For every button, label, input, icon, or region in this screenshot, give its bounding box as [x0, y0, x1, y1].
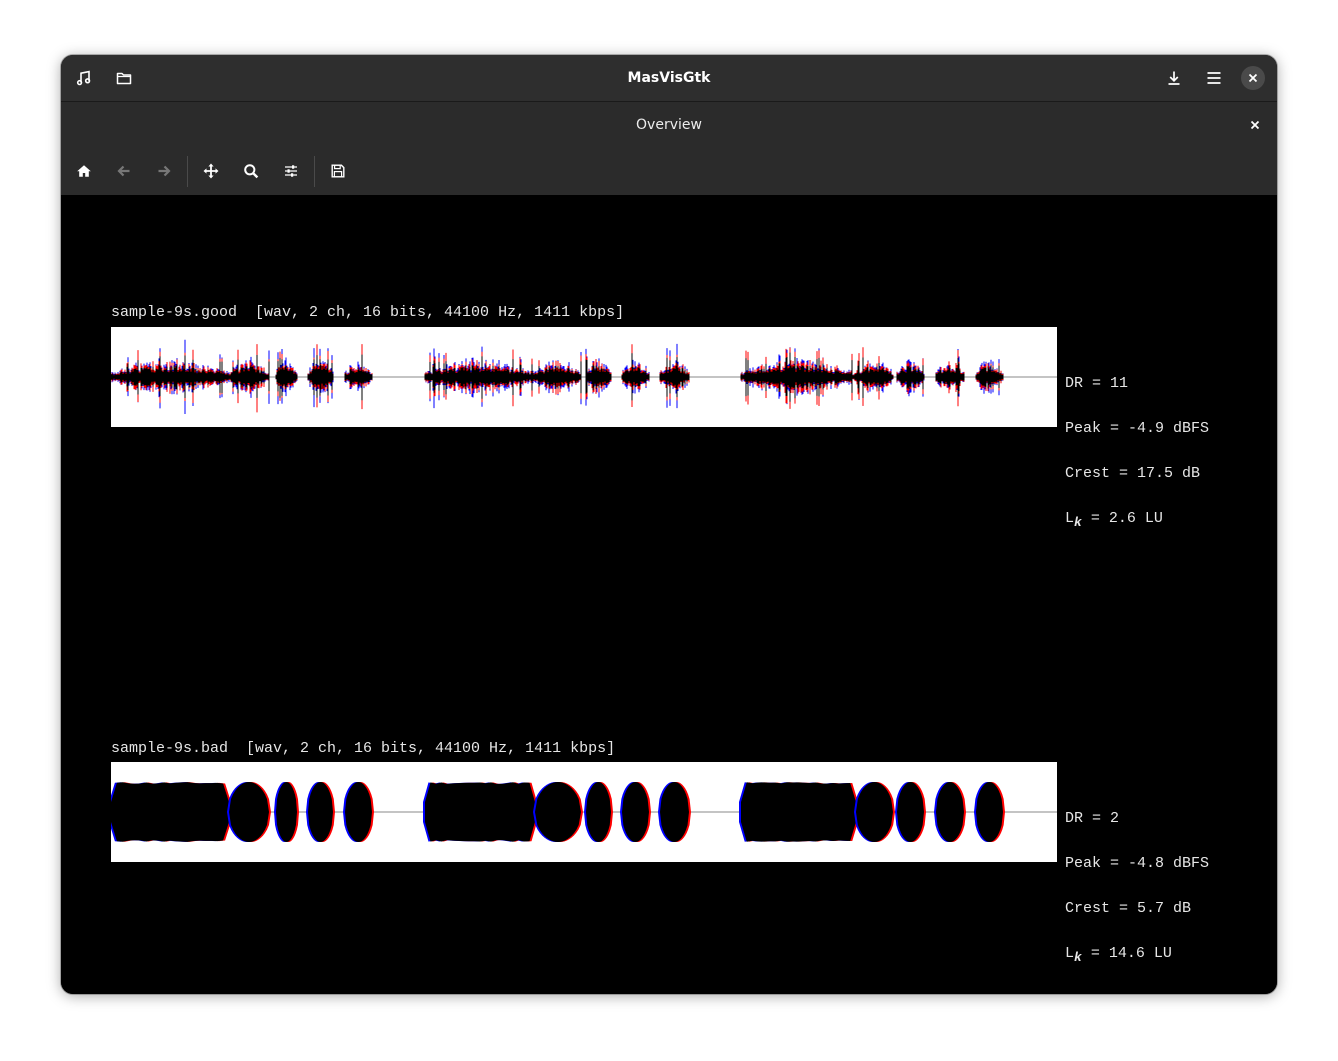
- crest-value: Crest = 17.5 dB: [1065, 465, 1201, 482]
- toolbar-separator: [187, 156, 188, 187]
- waveform-segment: [111, 782, 231, 842]
- save-button[interactable]: [322, 155, 354, 187]
- configure-subplots-icon: [285, 165, 297, 177]
- waveform-segment: [621, 344, 650, 408]
- track-label-bad: sample-9s.bad [wav, 2 ch, 16 bits, 44100…: [111, 740, 616, 757]
- waveform-segment: [658, 782, 691, 842]
- home-button[interactable]: [68, 155, 100, 187]
- download-icon: [1168, 71, 1180, 85]
- waveform-segment: [975, 359, 1004, 396]
- lk-symbol: L: [1065, 945, 1075, 962]
- waveform-segment: [275, 349, 298, 405]
- waveform-segment: [659, 343, 690, 409]
- plot-canvas[interactable]: sample-9s.good [wav, 2 ch, 16 bits, 4410…: [61, 195, 1277, 994]
- waveform-segment: [934, 782, 966, 842]
- crest-value: Crest = 5.7 dB: [1065, 900, 1192, 917]
- save-icon: [331, 164, 345, 178]
- window-title: MasVisGtk: [627, 70, 711, 86]
- lk-symbol: L: [1065, 510, 1075, 527]
- pan-button[interactable]: [195, 155, 227, 187]
- waveform-segment: [740, 347, 857, 409]
- close-icon: [1250, 120, 1260, 130]
- waveform-segment: [424, 346, 536, 409]
- waveform-segment: [306, 782, 335, 842]
- waveform-segment: [423, 782, 537, 842]
- waveform-segment: [974, 782, 1005, 842]
- configure-subplots-button[interactable]: [275, 155, 307, 187]
- hamburger-menu-icon: [1207, 72, 1221, 84]
- home-icon: [77, 165, 91, 177]
- waveform-segment: [228, 344, 270, 413]
- waveform-segment: [111, 339, 230, 415]
- lk-subscript: k: [1074, 950, 1082, 965]
- tab-close-button[interactable]: [1243, 113, 1267, 137]
- waveform-plot-bad[interactable]: [111, 762, 1057, 862]
- stats-bad: DR = 2 Peak = -4.8 dBFS Crest = 5.7 dB L…: [1065, 781, 1209, 991]
- header-bar: MasVisGtk: [61, 55, 1277, 102]
- zoom-icon: [244, 164, 259, 179]
- stats-good: DR = 11 Peak = -4.9 dBFS Crest = 17.5 dB…: [1065, 346, 1209, 556]
- waveform-segment: [343, 782, 374, 842]
- tab-overview[interactable]: Overview: [61, 102, 1277, 148]
- waveform-good: [111, 339, 1057, 415]
- waveform-segment: [307, 344, 334, 408]
- dr-value: DR = 2: [1065, 810, 1120, 827]
- lk-value: = 14.6 LU: [1081, 945, 1172, 962]
- toolbar-separator: [314, 156, 315, 187]
- waveform-segment: [344, 344, 373, 410]
- app-window: MasVisGtk Overview sample-9s.good [wav, …: [61, 55, 1277, 994]
- waveform-segment: [895, 782, 926, 842]
- waveform-segment: [274, 782, 299, 842]
- download-button[interactable]: [1158, 62, 1190, 94]
- loudness-value: Lk = 2.6 LU: [1065, 510, 1209, 530]
- plot-toolbar: [61, 148, 1277, 195]
- waveform-segment: [739, 782, 858, 842]
- pan-icon: [203, 163, 219, 179]
- peak-value: Peak = -4.9 dBFS: [1065, 420, 1210, 437]
- back-button[interactable]: [108, 155, 140, 187]
- waveform-segment: [935, 348, 965, 407]
- waveform-segment: [896, 358, 925, 397]
- window-close-button[interactable]: [1241, 66, 1265, 90]
- back-arrow-icon: [117, 165, 130, 177]
- close-icon: [1248, 73, 1258, 83]
- waveform-segment: [533, 782, 583, 842]
- waveform-segment: [227, 782, 271, 842]
- forward-button[interactable]: [148, 155, 180, 187]
- loudness-value: Lk = 14.6 LU: [1065, 945, 1209, 965]
- tab-bar: Overview: [61, 102, 1277, 148]
- waveform-bad: [111, 782, 1057, 842]
- forward-arrow-icon: [158, 165, 171, 177]
- waveform-segment: [855, 347, 894, 406]
- lk-value: = 2.6 LU: [1081, 510, 1163, 527]
- waveform-segment: [620, 782, 651, 842]
- main-menu-button[interactable]: [1198, 62, 1230, 94]
- waveform-segment: [584, 782, 613, 842]
- waveform-segment: [534, 352, 582, 405]
- zoom-button[interactable]: [235, 155, 267, 187]
- waveform-plot-good[interactable]: [111, 327, 1057, 427]
- dr-value: DR = 11: [1065, 375, 1129, 392]
- waveform-segment: [585, 348, 612, 406]
- track-label-good: sample-9s.good [wav, 2 ch, 16 bits, 4410…: [111, 304, 625, 321]
- waveform-segment: [854, 782, 895, 842]
- lk-subscript: k: [1074, 515, 1082, 530]
- peak-value: Peak = -4.8 dBFS: [1065, 855, 1210, 872]
